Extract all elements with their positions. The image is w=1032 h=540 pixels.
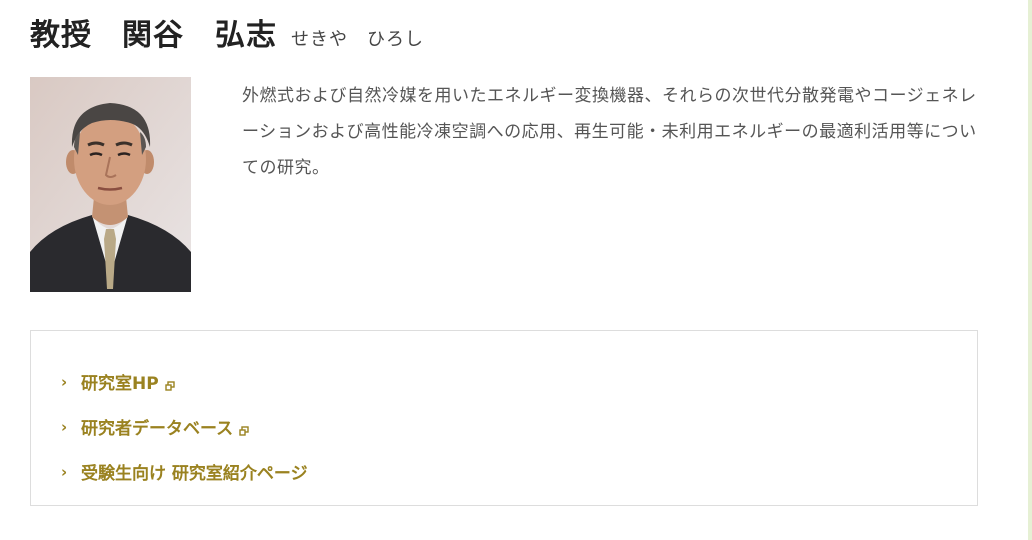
research-description: 外燃式および自然冷媒を用いたエネルギー変換機器、それらの次世代分散発電やコージェ…: [242, 86, 977, 178]
links-box: › 研究室HP › 研究者データベース › 受験生向け 研究室紹介ページ: [30, 330, 978, 506]
link-label[interactable]: 研究者データベース: [81, 414, 233, 439]
portrait-photo: [30, 77, 191, 292]
title-name: 関谷 弘志: [122, 18, 277, 53]
link-list: › 研究室HP › 研究者データベース › 受験生向け 研究室紹介ページ: [61, 359, 308, 494]
link-label[interactable]: 研究室HP: [81, 369, 159, 394]
right-accent-strip: [1028, 0, 1032, 540]
page-title: 教授 関谷 弘志 せきや ひろし: [30, 10, 424, 54]
faculty-profile: 教授 関谷 弘志 せきや ひろし 外燃式および自然冷媒を用いたエネルギー変換機器…: [30, 0, 978, 540]
external-link-icon: [239, 425, 249, 436]
link-researcher-database[interactable]: › 研究者データベース: [61, 404, 308, 449]
link-label[interactable]: 受験生向け 研究室紹介ページ: [81, 459, 308, 484]
external-link-icon: [164, 380, 175, 391]
link-lab-intro-for-applicants[interactable]: › 受験生向け 研究室紹介ページ: [61, 449, 308, 494]
chevron-right-icon: ›: [61, 372, 68, 391]
link-lab-homepage[interactable]: › 研究室HP: [61, 359, 308, 404]
title-reading: せきや ひろし: [291, 29, 424, 50]
title-role: 教授: [30, 18, 92, 53]
chevron-right-icon: ›: [61, 417, 68, 436]
chevron-right-icon: ›: [61, 462, 68, 481]
